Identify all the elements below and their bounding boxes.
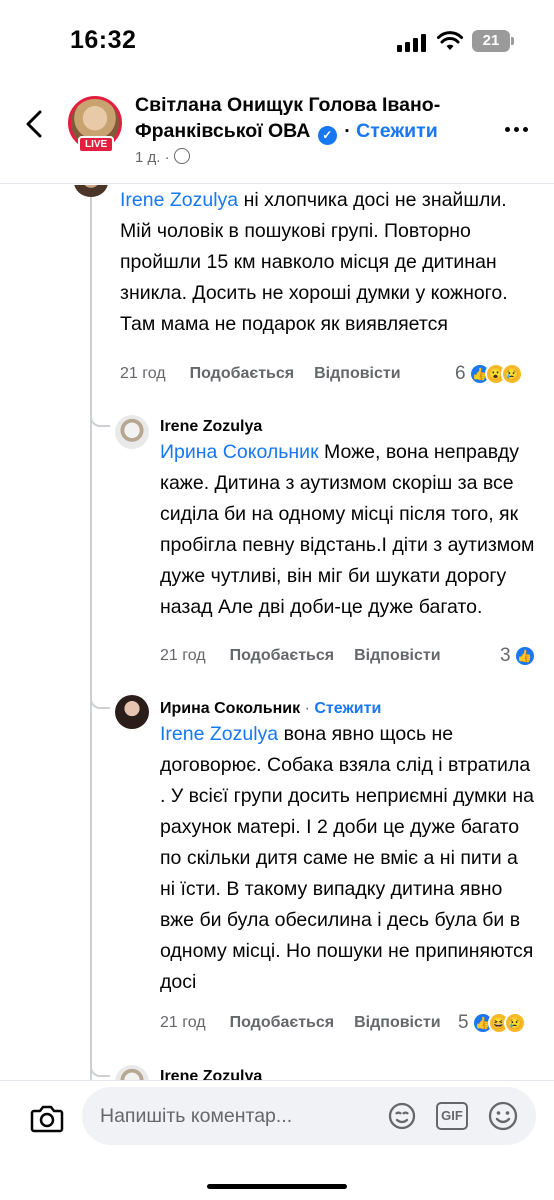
emoji-icon[interactable] xyxy=(487,1100,519,1132)
thread-elbow xyxy=(90,689,110,709)
reply-button[interactable]: Відповісти xyxy=(354,1014,440,1031)
comment-text: Irene Zozulya ні хлопчика досі не знайшл… xyxy=(120,185,532,340)
reaction-count: 5 xyxy=(458,1012,469,1033)
live-badge: LIVE xyxy=(78,136,115,153)
follow-author-button[interactable]: Стежити xyxy=(314,700,381,717)
comment-time[interactable]: 21 год xyxy=(160,1014,206,1031)
comment-actions: 21 год Подобається Відповісти xyxy=(120,365,421,383)
comment-author-name[interactable]: Ирина Сокольник xyxy=(160,700,300,717)
comment-body: вона явно щось не договорює. Собака взял… xyxy=(160,723,534,993)
comment-time[interactable]: 21 год xyxy=(160,647,206,664)
comment-body: Може, вона неправду каже. Дитина з аутиз… xyxy=(160,441,535,618)
comment-time[interactable]: 21 год xyxy=(120,365,166,382)
like-button[interactable]: Подобається xyxy=(230,1014,335,1031)
title-dot: · xyxy=(344,120,351,142)
home-indicator xyxy=(207,1184,347,1189)
more-options-icon[interactable] xyxy=(505,119,535,132)
camera-icon[interactable] xyxy=(30,1103,64,1133)
verified-badge-icon: ✓ xyxy=(317,126,337,145)
battery-icon: 21 xyxy=(472,30,510,52)
like-button[interactable]: Подобається xyxy=(230,647,335,664)
avatar[interactable] xyxy=(74,185,108,197)
comment-input-container[interactable]: GIF xyxy=(82,1087,536,1145)
meta-dot: · xyxy=(164,149,170,166)
comment-composer: GIF xyxy=(0,1080,554,1200)
post-header: LIVE Світлана Онищук Голова Івано- Франк… xyxy=(0,84,554,184)
thread-elbow xyxy=(90,407,110,427)
page-name-line1[interactable]: Світлана Онищук Голова Івано- xyxy=(135,94,440,116)
cellular-signal-icon xyxy=(397,34,427,52)
avatar[interactable] xyxy=(115,1065,149,1080)
follow-button[interactable]: Стежити xyxy=(356,120,438,142)
post-meta: 1 д. · xyxy=(135,148,190,166)
reaction-count: 6 xyxy=(455,363,466,384)
comment-actions: 21 год Подобається Відповісти xyxy=(160,1014,461,1032)
avatar-sticker-icon[interactable] xyxy=(387,1101,417,1131)
reply-button[interactable]: Відповісти xyxy=(314,365,400,382)
comment-mention[interactable]: Ирина Сокольник xyxy=(160,441,319,463)
back-arrow-icon[interactable] xyxy=(20,104,50,144)
reactions-summary[interactable]: 5 👍 😆 😢 xyxy=(458,1011,526,1035)
comment-text: Ирина Сокольник Може, вона неправду каже… xyxy=(160,437,540,623)
reply-button[interactable]: Відповісти xyxy=(354,647,440,664)
reactions-summary[interactable]: 6 👍 😮 😢 xyxy=(455,362,523,386)
thread-line xyxy=(90,185,92,1080)
like-reaction-icon: 👍 xyxy=(513,645,536,667)
sad-reaction-icon: 😢 xyxy=(503,1012,526,1034)
comment-actions: 21 год Подобається Відповісти xyxy=(160,647,461,665)
sad-reaction-icon: 😢 xyxy=(500,363,523,385)
comment-author: Ирина Сокольник · Стежити xyxy=(160,700,381,718)
comment-mention[interactable]: Irene Zozulya xyxy=(120,189,238,211)
page-name-line2[interactable]: Франківської ОВА xyxy=(135,120,310,142)
gif-button[interactable]: GIF xyxy=(436,1102,468,1130)
battery-tip xyxy=(511,37,514,45)
like-button[interactable]: Подобається xyxy=(190,365,295,382)
comment-thread: Irene Zozulya ні хлопчика досі не знайшл… xyxy=(0,185,554,1080)
post-time[interactable]: 1 д. xyxy=(135,149,160,166)
comment-author[interactable]: Irene Zozulya xyxy=(160,1068,262,1080)
thread-elbow xyxy=(90,1057,110,1077)
wifi-icon xyxy=(437,31,463,50)
comment-author[interactable]: Irene Zozulya xyxy=(160,418,262,436)
avatar[interactable] xyxy=(115,695,149,729)
reaction-count: 3 xyxy=(500,645,511,666)
reactions-summary[interactable]: 3 👍 xyxy=(500,644,536,668)
comment-input[interactable] xyxy=(100,1099,380,1133)
author-dot: · xyxy=(304,700,310,717)
comment-mention[interactable]: Irene Zozulya xyxy=(160,723,278,745)
status-time: 16:32 xyxy=(70,26,137,54)
avatar[interactable] xyxy=(115,415,149,449)
status-bar: 16:32 21 xyxy=(0,0,554,84)
page-title: Світлана Онищук Голова Івано- Франківськ… xyxy=(135,92,480,145)
comment-text: Irene Zozulya вона явно щось не договорю… xyxy=(160,719,535,998)
globe-icon xyxy=(173,148,190,164)
